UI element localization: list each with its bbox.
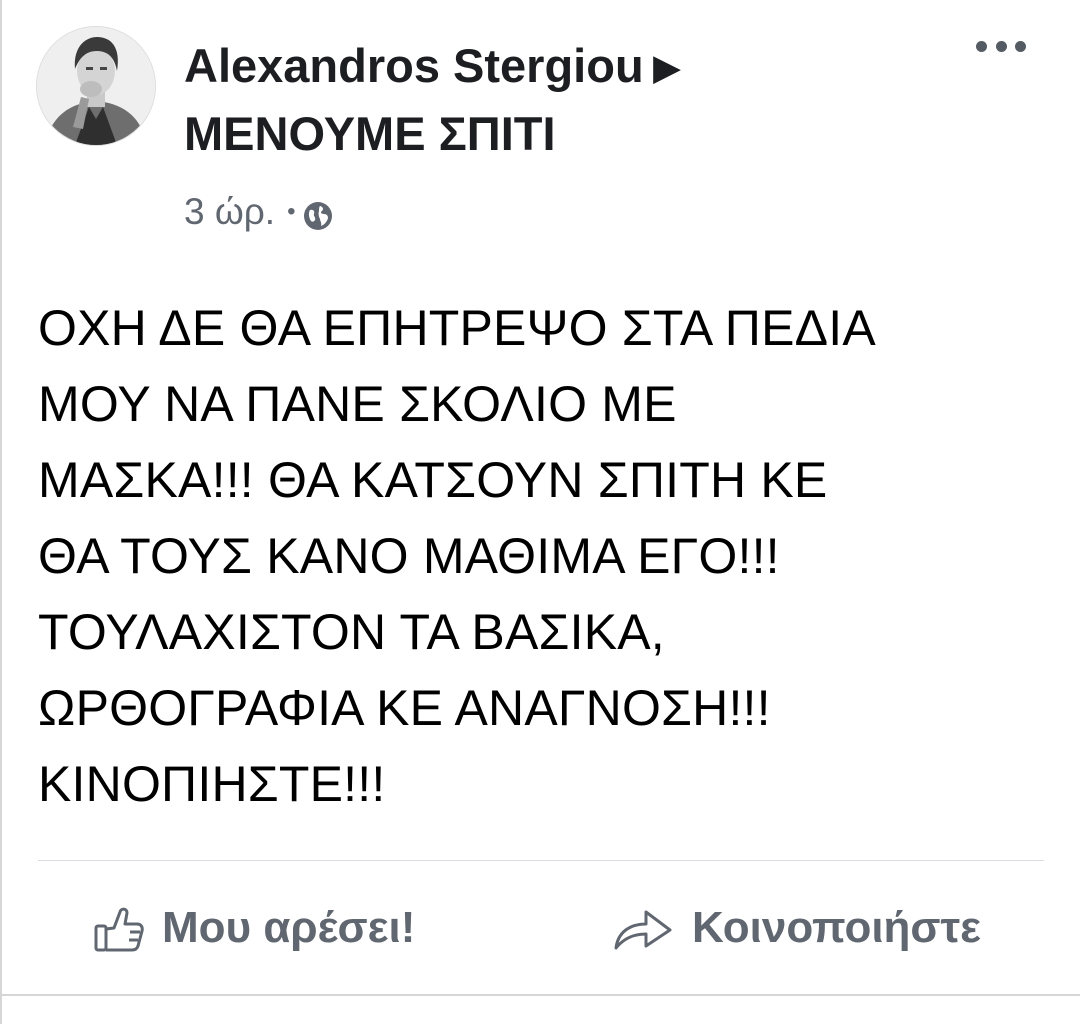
post-text-line: ΜΟΥ ΝΑ ΠΑΝΕ ΣΚΟΛΙΟ ΜΕ bbox=[38, 376, 677, 432]
more-dot bbox=[995, 40, 1007, 52]
like-button[interactable]: Μου αρέσει! bbox=[90, 898, 415, 958]
post-text: ΟΧΗ ΔΕ ΘΑ ΕΠΗΤΡΕΨΟ ΣΤΑ ΠΕΔΙΑ ΜΟΥ ΝΑ ΠΑΝΕ… bbox=[38, 290, 1048, 822]
right-triangle-icon: ▶ bbox=[653, 49, 680, 87]
share-button[interactable]: Κοινοποιήστε bbox=[610, 898, 981, 958]
post-text-line: ΚΙΝΟΠΙΗΣΤΕ!!! bbox=[38, 756, 386, 812]
post-text-line: ΘΑ ΤΟΥΣ ΚΑΝΟ ΜΑΘΙΜΑ ΕΓΟ!!! bbox=[38, 528, 780, 584]
share-label: Κοινοποιήστε bbox=[692, 903, 982, 952]
action-divider bbox=[38, 860, 1044, 861]
thumbs-up-icon bbox=[94, 907, 144, 952]
group-name-link[interactable]: ΜΕΝΟΥΜΕ ΣΠΙΤΙ bbox=[184, 108, 556, 160]
post-text-line: ΩΡΘΟΓΡΑΦΙΑ ΚΕ ΑΝΑΓΝΟΣΗ!!! bbox=[38, 680, 771, 736]
more-options-icon[interactable] bbox=[976, 36, 1026, 56]
meta-separator: • bbox=[287, 198, 296, 225]
like-label: Μου αρέσει! bbox=[162, 903, 416, 952]
more-dot bbox=[976, 40, 987, 52]
author-avatar[interactable] bbox=[36, 26, 156, 146]
post-header-title: Alexandros Stergiou ▶ bbox=[184, 40, 680, 94]
share-arrow-icon bbox=[614, 910, 672, 950]
post-meta: 3 ώρ. • bbox=[184, 190, 333, 234]
bottom-border bbox=[0, 994, 1080, 996]
post-text-line: ΟΧΗ ΔΕ ΘΑ ΕΠΗΤΡΕΨΟ ΣΤΑ ΠΕΔΙΑ bbox=[38, 300, 876, 356]
more-dot bbox=[1015, 40, 1026, 52]
globe-icon[interactable] bbox=[303, 197, 333, 230]
post-text-line: ΜΑΣΚΑ!!! ΘΑ ΚΑΤΣΟΥΝ ΣΠΙΤΗ ΚΕ bbox=[38, 452, 828, 508]
post-text-line: ΤΟΥΛΑΧΙΣΤΟΝ ΤΑ ΒΑΣΙΚΑ, bbox=[38, 604, 665, 660]
author-name-link[interactable]: Alexandros Stergiou bbox=[184, 39, 644, 92]
post-timestamp[interactable]: 3 ώρ. bbox=[184, 190, 275, 234]
avatar-image bbox=[37, 27, 155, 145]
post-card: Alexandros Stergiou ▶ ΜΕΝΟΥΜΕ ΣΠΙΤΙ 3 ώρ.… bbox=[0, 0, 1080, 1024]
